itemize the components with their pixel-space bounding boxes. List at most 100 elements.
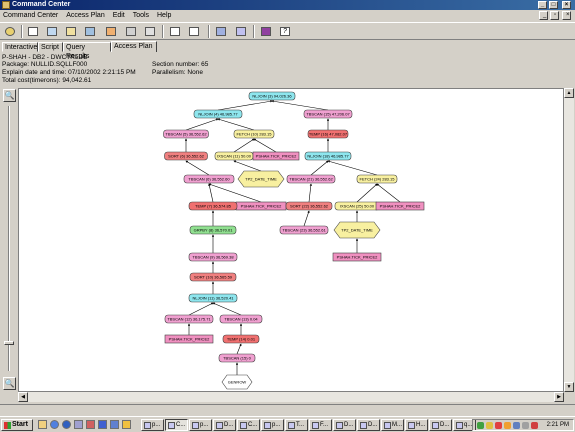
plan-node-index[interactable]: TP2_DATE_TIME bbox=[237, 170, 285, 188]
plan-node-nljoin[interactable]: NLJOIN (11) 36,520.41 bbox=[188, 293, 238, 303]
plan-node-genrow[interactable]: GENROW bbox=[221, 374, 253, 390]
menu-tools[interactable]: Tools bbox=[130, 10, 152, 22]
task-button[interactable]: M... bbox=[381, 419, 404, 431]
menu-access-plan[interactable]: Access Plan bbox=[63, 10, 108, 22]
menu-help[interactable]: Help bbox=[154, 10, 174, 22]
plan-node-sort[interactable]: SORT (22) 36,552.62 bbox=[285, 201, 333, 211]
zoom-slider-track[interactable] bbox=[8, 106, 10, 371]
scroll-up-icon[interactable]: ▲ bbox=[564, 88, 574, 98]
plan-node-ixscan[interactable]: IXSCAN (25) 50.00 bbox=[334, 201, 380, 211]
book-icon[interactable] bbox=[259, 25, 274, 38]
plan-node-tbscan[interactable]: TBSCAN (13) 0.04 bbox=[219, 314, 263, 324]
menu-command-center[interactable]: Command Center bbox=[0, 10, 61, 22]
task-button[interactable]: F... bbox=[309, 419, 332, 431]
plan-node-nljoin[interactable]: NLJOIN (3) 94,026.36 bbox=[248, 91, 296, 101]
scroll-right-icon[interactable]: ▶ bbox=[554, 392, 564, 402]
plan-node-sort[interactable]: SORT (10) 36,565.59 bbox=[189, 272, 237, 282]
maximize-icon[interactable]: □ bbox=[549, 1, 558, 9]
task-button[interactable]: C... bbox=[237, 419, 260, 431]
results-icon[interactable] bbox=[187, 25, 202, 38]
task-button[interactable]: C... bbox=[165, 419, 188, 431]
task-button[interactable]: p... bbox=[189, 419, 212, 431]
quicklaunch-app2-icon[interactable] bbox=[110, 420, 119, 429]
quicklaunch-explorer-icon[interactable] bbox=[38, 420, 47, 429]
task-center-icon[interactable] bbox=[124, 25, 139, 38]
plan-node-ixscan[interactable]: IXSCAN (11) 50.00 bbox=[214, 151, 254, 161]
quicklaunch-desktop-icon[interactable] bbox=[74, 420, 83, 429]
plan-node-index[interactable]: TP2_DATE_TIME bbox=[333, 221, 381, 239]
plan-node-tbscan[interactable]: TBSCAN (5) 36,552.62 bbox=[163, 129, 209, 139]
tab-access-plan[interactable]: Access Plan bbox=[111, 41, 157, 52]
grid-icon[interactable] bbox=[214, 25, 229, 38]
execute-icon[interactable] bbox=[168, 25, 183, 38]
quicklaunch-app-icon[interactable] bbox=[98, 420, 107, 429]
tray-volume-icon[interactable] bbox=[522, 422, 529, 429]
scroll-down-icon[interactable]: ▼ bbox=[564, 382, 574, 392]
health-center-icon[interactable] bbox=[143, 25, 158, 38]
task-button[interactable]: D... bbox=[333, 419, 356, 431]
plan-node-nljoin[interactable]: NLJOIN (18) 46,985.77 bbox=[304, 151, 352, 161]
task-button[interactable]: H... bbox=[405, 419, 428, 431]
plan-node-nljoin[interactable]: NLJOIN (4) 46,985.77 bbox=[193, 109, 243, 119]
task-button[interactable]: p... bbox=[261, 419, 284, 431]
start-button[interactable]: Start bbox=[1, 419, 33, 431]
task-button[interactable]: D... bbox=[213, 419, 236, 431]
zoom-in-icon[interactable]: 🔍 bbox=[3, 89, 16, 102]
control-center-icon[interactable] bbox=[104, 25, 119, 38]
plan-node-table[interactable]: PSHAH.TICK_PRICE2 bbox=[252, 151, 300, 161]
plan-node-temp[interactable]: TEMP (16) 47,082.07 bbox=[307, 129, 349, 139]
plan-node-tbscan[interactable]: TBSCAN (12) 36,175.71 bbox=[164, 314, 214, 324]
tab-script[interactable]: Script bbox=[38, 42, 63, 52]
plan-node-table[interactable]: PSHAH.TICK_PRICE2 bbox=[375, 201, 425, 211]
plan-node-fetch[interactable]: FETCH (24) 283.15 bbox=[356, 174, 398, 184]
plan-node-tbscan[interactable]: TBSCAN (6) 36,552.60 bbox=[183, 174, 235, 184]
quicklaunch-outlook-icon[interactable] bbox=[86, 420, 95, 429]
menu-edit[interactable]: Edit bbox=[110, 10, 128, 22]
script-icon[interactable] bbox=[26, 25, 41, 38]
task-button[interactable]: D... bbox=[357, 419, 380, 431]
plan-node-tbscan[interactable]: TBSCAN (15) 0 bbox=[218, 353, 256, 363]
tray-network-icon[interactable] bbox=[477, 422, 484, 429]
journal-icon[interactable] bbox=[45, 25, 60, 38]
child-close-icon[interactable]: × bbox=[562, 11, 571, 20]
tab-query-results[interactable]: Query Results bbox=[63, 42, 111, 60]
child-minimize-icon[interactable]: _ bbox=[539, 11, 548, 20]
system-tree-icon[interactable] bbox=[3, 25, 18, 38]
plan-node-table[interactable]: PSHAH.TICK_PRICE2 bbox=[164, 334, 214, 344]
tree-view-icon[interactable] bbox=[234, 25, 249, 38]
tray-security-icon[interactable] bbox=[531, 422, 538, 429]
plan-node-grpby[interactable]: GRPBY (8) 36,570.01 bbox=[189, 225, 237, 235]
quicklaunch-ie-icon[interactable] bbox=[50, 420, 59, 429]
tray-app-icon[interactable] bbox=[486, 422, 493, 429]
task-button[interactable]: D... bbox=[429, 419, 452, 431]
zoom-out-icon[interactable]: 🔍 bbox=[3, 377, 16, 390]
horizontal-scrollbar[interactable]: ◀ ▶ bbox=[18, 392, 564, 402]
tab-interactive[interactable]: Interactive bbox=[2, 42, 38, 52]
minimize-icon[interactable]: _ bbox=[538, 1, 547, 9]
tray-db2-icon[interactable] bbox=[504, 422, 511, 429]
plan-node-tbscan[interactable]: TBSCAN (9) 36,569.38 bbox=[188, 252, 238, 262]
close-icon[interactable]: × bbox=[562, 1, 571, 9]
tray-monitor-icon[interactable] bbox=[513, 422, 520, 429]
plan-node-tbscan[interactable]: TBSCAN (23) 36,552.61 bbox=[279, 225, 329, 235]
plan-node-temp[interactable]: TEMP (7) 36,574.85 bbox=[188, 201, 238, 211]
quicklaunch-globe-icon[interactable] bbox=[62, 420, 71, 429]
task-button[interactable]: T... bbox=[285, 419, 308, 431]
plan-node-tbscan[interactable]: TBSCAN (15) 47,206.07 bbox=[303, 109, 353, 119]
plan-node-sort[interactable]: SORT (6) 36,552.62 bbox=[164, 151, 208, 161]
plan-node-tbscan[interactable]: TBSCAN (21) 36,552.62 bbox=[286, 174, 336, 184]
child-restore-icon[interactable]: ▫ bbox=[550, 11, 559, 20]
window-titlebar[interactable]: Command Center _ □ × bbox=[0, 0, 575, 10]
task-button[interactable]: p... bbox=[141, 419, 164, 431]
database-icon[interactable] bbox=[83, 25, 98, 38]
access-plan-graph[interactable]: NLJOIN (3) 94,026.36 NLJOIN (4) 46,985.77… bbox=[18, 88, 564, 392]
scroll-left-icon[interactable]: ◀ bbox=[18, 392, 28, 402]
zoom-slider-thumb[interactable] bbox=[4, 341, 14, 345]
plan-node-table[interactable]: PSHAH.TICK_PRICE2 bbox=[235, 201, 287, 211]
tray-alert-icon[interactable] bbox=[495, 422, 502, 429]
vertical-scrollbar[interactable]: ▲ ▼ bbox=[564, 88, 574, 392]
license-icon[interactable] bbox=[64, 25, 79, 38]
plan-node-table[interactable]: PSHAH.TICK_PRICE2 bbox=[332, 252, 382, 262]
plan-node-fetch[interactable]: FETCH (10) 283.15 bbox=[233, 129, 275, 139]
help-icon[interactable]: ? bbox=[278, 25, 293, 38]
